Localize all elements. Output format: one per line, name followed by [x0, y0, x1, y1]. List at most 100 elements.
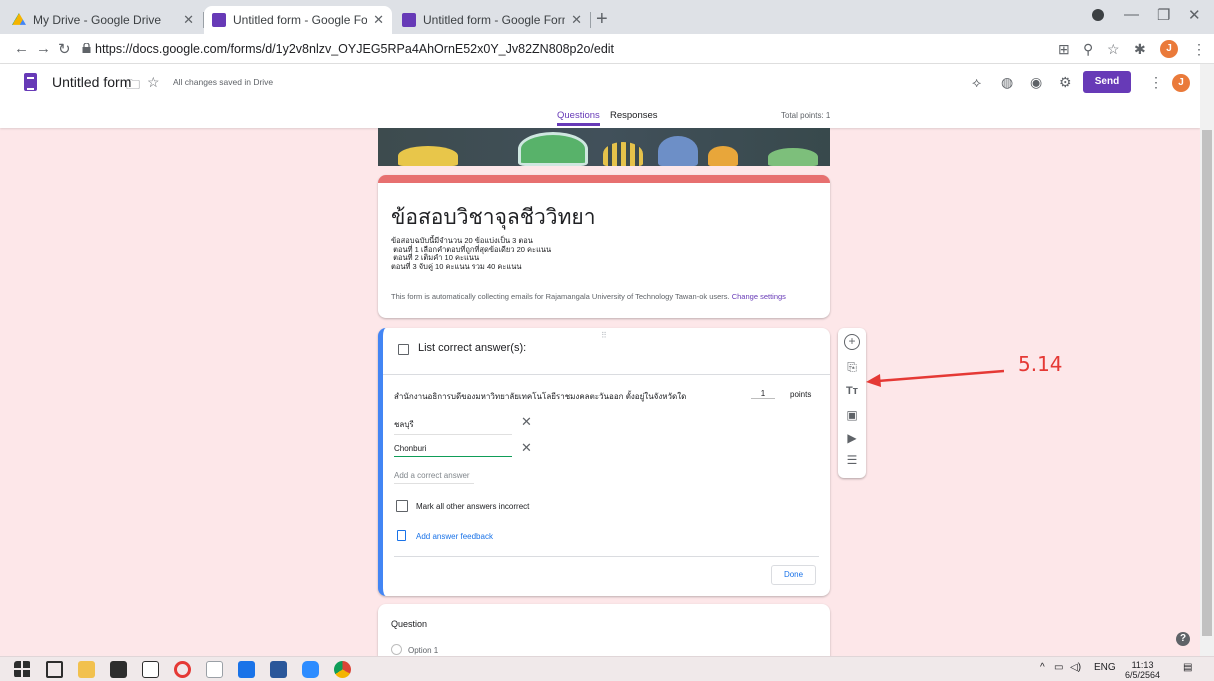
add-answer-feedback-link[interactable]: Add answer feedback [416, 532, 493, 541]
star-icon[interactable]: ☆ [147, 74, 160, 91]
windows-taskbar: ^ ▭ ◁) ENG 11:13 6/5/2564 ▤ [0, 656, 1214, 681]
tab-forms[interactable]: Untitled form - Google Forms ✕ [394, 6, 590, 34]
feedback-clipboard-icon[interactable] [397, 530, 406, 541]
system-clock[interactable]: 11:13 6/5/2564 [1125, 660, 1160, 680]
url-field[interactable]: https://docs.google.com/forms/d/1y2v8nlz… [95, 42, 614, 56]
remove-answer-icon[interactable]: ✕ [521, 440, 532, 456]
points-input[interactable]: 1 [751, 389, 775, 399]
scrollbar-thumb[interactable] [1202, 130, 1212, 636]
import-questions-icon[interactable]: ⎘ [844, 359, 860, 375]
mark-incorrect-label[interactable]: Mark all other answers incorrect [416, 502, 529, 511]
battery-icon[interactable]: ▭ [1054, 662, 1063, 673]
profile-account-icon[interactable] [1092, 9, 1104, 21]
checklist-icon [398, 344, 409, 355]
flask-graphic [398, 146, 458, 166]
answer-key-card[interactable]: ⠿ List correct answer(s): สำนักงานอธิการ… [378, 328, 830, 596]
chrome-icon[interactable] [334, 661, 351, 678]
tray-chevron-icon[interactable]: ^ [1040, 662, 1045, 673]
question-card[interactable]: Question Option 1 [378, 604, 830, 664]
email-collection-notice: This form is automatically collecting em… [391, 292, 821, 302]
close-tab-icon[interactable]: ✕ [373, 12, 384, 28]
form-description[interactable]: ข้อสอบฉบับนี้มีจำนวน 20 ข้อแบ่งเป็น 3 ตอ… [391, 236, 551, 271]
back-icon[interactable]: ← [14, 40, 29, 57]
browser-menu-icon[interactable]: ⋮ [1192, 41, 1206, 58]
question-label[interactable]: Question [391, 619, 427, 629]
tab-google-drive[interactable]: My Drive - Google Drive ✕ [4, 6, 202, 34]
test-tubes-graphic [603, 142, 643, 166]
lock-icon [82, 43, 91, 53]
close-window-icon[interactable]: ✕ [1188, 6, 1201, 24]
bookmark-star-icon[interactable]: ☆ [1107, 41, 1120, 58]
correct-answer-field[interactable]: ชลบุรี [394, 418, 512, 435]
notifications-icon[interactable]: ▤ [1183, 662, 1192, 673]
opera-icon[interactable] [174, 661, 191, 678]
add-question-icon[interactable]: + [844, 334, 860, 350]
tab-separator [590, 12, 591, 28]
browser-avatar[interactable]: J [1160, 40, 1178, 58]
tab-title: My Drive - Google Drive [33, 13, 162, 27]
total-points: Total points: 1 [781, 111, 831, 120]
remove-answer-icon[interactable]: ✕ [521, 414, 532, 430]
add-correct-answer-input[interactable]: Add a correct answer [394, 471, 474, 484]
minimize-icon[interactable]: — [1124, 6, 1139, 23]
add-video-icon[interactable]: ▶ [844, 430, 860, 446]
preview-eye-icon[interactable]: ◉ [1030, 74, 1042, 91]
user-avatar[interactable]: J [1172, 74, 1190, 92]
page-scrollbar[interactable] [1200, 64, 1214, 656]
question-toolbar: + ⎘ Tт ▣ ▶ ☰ [838, 328, 866, 478]
answer-key-header: List correct answer(s): [418, 342, 527, 354]
settings-gear-icon[interactable]: ⚙ [1059, 74, 1072, 91]
forward-icon[interactable]: → [36, 40, 51, 57]
forms-header: Untitled form 🗀 ☆ All changes saved in D… [0, 64, 1200, 128]
language-indicator[interactable]: ENG [1094, 662, 1116, 673]
task-view-icon[interactable] [46, 661, 63, 678]
store-icon[interactable] [110, 661, 127, 678]
clock-date: 6/5/2564 [1125, 670, 1161, 680]
add-title-text-icon[interactable]: Tт [844, 383, 860, 399]
close-tab-icon[interactable]: ✕ [571, 12, 582, 28]
save-status: All changes saved in Drive [173, 77, 274, 87]
send-button[interactable]: Send [1083, 71, 1131, 93]
tab-responses[interactable]: Responses [610, 110, 658, 121]
translate-icon[interactable]: ⊞ [1058, 41, 1070, 58]
forms-icon [402, 13, 416, 27]
reload-icon[interactable]: ↻ [58, 40, 71, 58]
form-title[interactable]: Untitled form [52, 74, 131, 90]
folder-icon[interactable]: 🗀 [126, 74, 140, 98]
mail-icon[interactable] [238, 661, 255, 678]
zoom-icon[interactable]: ⚲ [1083, 41, 1093, 58]
file-explorer-icon[interactable] [78, 661, 95, 678]
correct-answer-field[interactable]: Chonburi [394, 444, 512, 457]
flask-graphic [658, 136, 698, 166]
windows-start-icon[interactable] [14, 661, 31, 678]
close-tab-icon[interactable]: ✕ [183, 12, 194, 28]
done-button[interactable]: Done [771, 565, 816, 585]
forms-logo-icon[interactable] [24, 73, 37, 91]
extensions-icon[interactable]: ✱ [1134, 41, 1146, 58]
restore-icon[interactable]: ❐ [1157, 6, 1170, 24]
points-label: points [790, 390, 812, 399]
new-tab-icon[interactable]: + [596, 8, 608, 31]
change-settings-link[interactable]: Change settings [732, 292, 786, 301]
form-heading[interactable]: ข้อสอบวิชาจุลชีววิทยา [391, 201, 596, 234]
app-icon[interactable] [142, 661, 159, 678]
tab-forms-active[interactable]: Untitled form - Google Forms ✕ [204, 6, 392, 34]
addons-icon[interactable]: ⟡ [972, 74, 981, 91]
drag-handle-icon[interactable]: ⠿ [601, 331, 608, 340]
word-icon[interactable] [270, 661, 287, 678]
add-section-icon[interactable]: ☰ [844, 452, 860, 468]
option-label[interactable]: Option 1 [408, 646, 438, 655]
more-menu-icon[interactable]: ⋮ [1149, 74, 1163, 91]
zoom-app-icon[interactable] [302, 661, 319, 678]
divider [394, 556, 819, 557]
tab-questions[interactable]: Questions [557, 110, 600, 126]
mark-incorrect-checkbox[interactable] [396, 500, 408, 512]
form-title-card[interactable]: ข้อสอบวิชาจุลชีววิทยา ข้อสอบฉบับนี้มีจำน… [378, 175, 830, 318]
volume-icon[interactable]: ◁) [1070, 662, 1081, 673]
add-image-icon[interactable]: ▣ [844, 407, 860, 423]
help-icon[interactable]: ? [1176, 632, 1190, 646]
notepad-icon[interactable] [206, 661, 223, 678]
palette-icon[interactable]: ◍ [1001, 74, 1013, 91]
header-banner-image [378, 128, 830, 166]
annotation-arrow [866, 369, 1004, 387]
